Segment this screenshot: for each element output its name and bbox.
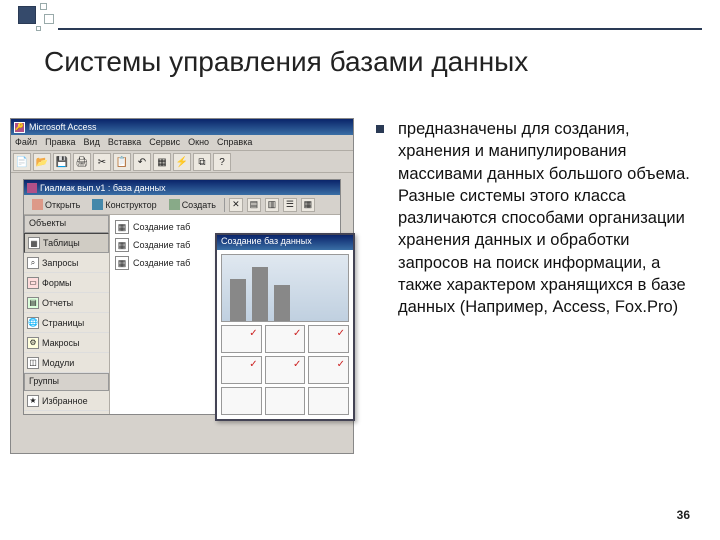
- wizard-title: Создание баз данных: [217, 235, 353, 250]
- groups-header: Группы: [24, 373, 109, 391]
- menu-view[interactable]: Вид: [84, 137, 100, 148]
- page-number: 36: [677, 508, 690, 522]
- bullet-icon: [376, 125, 384, 133]
- new-icon[interactable]: 📄: [13, 153, 31, 171]
- save-icon[interactable]: 💾: [53, 153, 71, 171]
- template-option[interactable]: [221, 387, 262, 415]
- design-button[interactable]: Конструктор: [88, 197, 160, 212]
- db-titlebar: Гиалмак вып.v1 : база данных: [24, 180, 340, 195]
- body-text: предназначены для создания, хранения и м…: [398, 118, 698, 318]
- details-icon[interactable]: ▦: [301, 198, 315, 212]
- wizard-preview: [221, 254, 349, 322]
- sidebar-item-queries[interactable]: ⌕Запросы: [24, 253, 109, 273]
- list-icon[interactable]: ☰: [283, 198, 297, 212]
- copy-icon[interactable]: 📋: [113, 153, 131, 171]
- menu-insert[interactable]: Вставка: [108, 137, 141, 148]
- menu-window[interactable]: Окно: [188, 137, 209, 148]
- delete-icon[interactable]: ✕: [229, 198, 243, 212]
- template-option[interactable]: [308, 387, 349, 415]
- menu-edit[interactable]: Правка: [45, 137, 75, 148]
- print-icon[interactable]: 🖨: [73, 153, 91, 171]
- sidebar-item-reports[interactable]: ▤Отчеты: [24, 293, 109, 313]
- template-option[interactable]: [265, 387, 306, 415]
- slide-title: Системы управления базами данных: [44, 46, 528, 78]
- menubar: Файл Правка Вид Вставка Сервис Окно Спра…: [11, 135, 353, 151]
- sidebar-item-favorites[interactable]: ★Избранное: [24, 391, 109, 411]
- db-toolbar: Открыть Конструктор Создать ✕ ▤ ▥ ☰ ▦: [24, 195, 340, 215]
- small-icons-icon[interactable]: ▥: [265, 198, 279, 212]
- menu-file[interactable]: Файл: [15, 137, 37, 148]
- template-option[interactable]: ✓: [221, 325, 262, 353]
- menu-help[interactable]: Справка: [217, 137, 252, 148]
- objects-sidebar: Объекты ▦Таблицы ⌕Запросы ▭Формы ▤Отчеты…: [24, 215, 110, 414]
- misc-icon[interactable]: ▦: [153, 153, 171, 171]
- menu-tools[interactable]: Сервис: [149, 137, 180, 148]
- db-icon: [27, 183, 37, 193]
- wizard-dialog: Создание баз данных ✓ ✓ ✓ ✓ ✓ ✓: [215, 233, 355, 421]
- sidebar-item-tables[interactable]: ▦Таблицы: [24, 233, 109, 253]
- template-option[interactable]: ✓: [221, 356, 262, 384]
- template-option[interactable]: ✓: [265, 325, 306, 353]
- body-text-block: предназначены для создания, хранения и м…: [376, 118, 698, 318]
- template-option[interactable]: ✓: [308, 356, 349, 384]
- large-icons-icon[interactable]: ▤: [247, 198, 261, 212]
- open-button[interactable]: Открыть: [28, 197, 84, 212]
- sidebar-item-pages[interactable]: 🌐Страницы: [24, 313, 109, 333]
- cut-icon[interactable]: ✂: [93, 153, 111, 171]
- sidebar-item-forms[interactable]: ▭Формы: [24, 273, 109, 293]
- objects-header: Объекты: [24, 215, 109, 233]
- help-icon[interactable]: ?: [213, 153, 231, 171]
- app-title: Microsoft Access: [29, 122, 97, 132]
- access-icon: 🔑: [14, 122, 25, 133]
- open-icon[interactable]: 📂: [33, 153, 51, 171]
- db-title: Гиалмак вып.v1 : база данных: [40, 183, 166, 193]
- undo-icon[interactable]: ↶: [133, 153, 151, 171]
- app-titlebar: 🔑 Microsoft Access: [11, 119, 353, 135]
- sidebar-item-macros[interactable]: ⚙Макросы: [24, 333, 109, 353]
- rel-icon[interactable]: ⧉: [193, 153, 211, 171]
- misc2-icon[interactable]: ⚡: [173, 153, 191, 171]
- sidebar-item-modules[interactable]: ◫Модули: [24, 353, 109, 373]
- access-screenshot: 🔑 Microsoft Access Файл Правка Вид Встав…: [10, 118, 354, 454]
- template-option[interactable]: ✓: [308, 325, 349, 353]
- create-button[interactable]: Создать: [165, 197, 220, 212]
- template-option[interactable]: ✓: [265, 356, 306, 384]
- title-rule: [58, 28, 702, 30]
- main-toolbar: 📄 📂 💾 🖨 ✂ 📋 ↶ ▦ ⚡ ⧉ ?: [11, 151, 353, 173]
